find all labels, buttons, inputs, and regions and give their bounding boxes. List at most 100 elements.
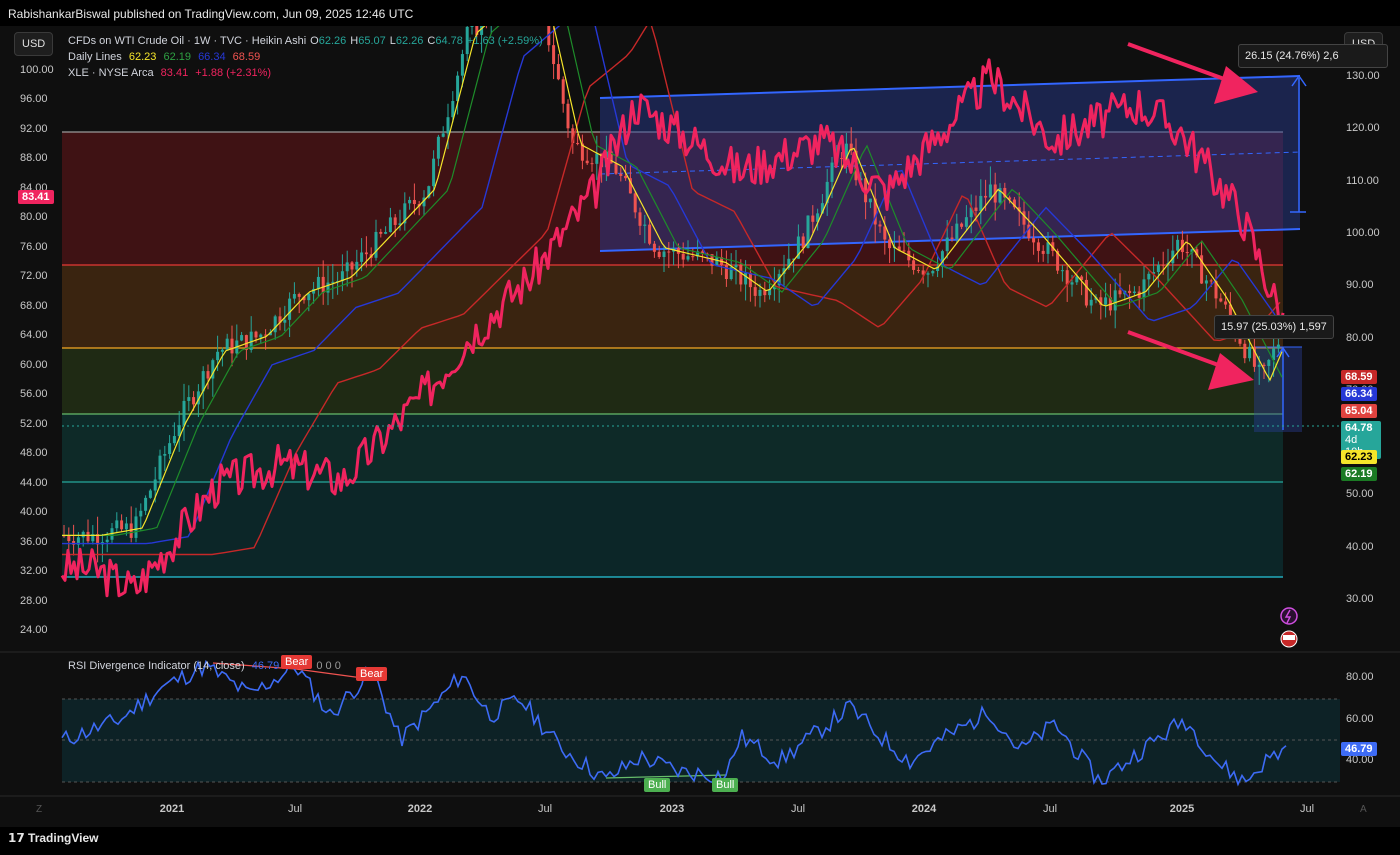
rsi-axis-tick: 60.00 [1346, 712, 1374, 725]
legend-rsi-zeros: 0 0 0 [316, 660, 341, 672]
candle-body [902, 250, 906, 252]
candle-body [259, 334, 263, 338]
candle-body [168, 443, 172, 454]
candle-body [1036, 242, 1040, 251]
candle-body [393, 217, 397, 225]
publisher-caption: RabishankarBiswal published on TradingVi… [8, 7, 414, 21]
legend-symbol-title: CFDs on WTI Crude Oil · 1W · TVC · Heiki… [68, 35, 307, 47]
legend-rsi-value: 46.79 [251, 660, 280, 672]
candle-body [364, 252, 368, 255]
candle-body [470, 26, 474, 27]
fib-band-3 [62, 348, 1283, 414]
candle-body [667, 251, 671, 253]
measure-label-2[interactable]: 15.97 (25.03%) 1,597 [1214, 315, 1334, 339]
candle-body [134, 516, 138, 538]
legend-daily-lines[interactable]: Daily Lines 62.23 62.19 66.34 68.59 [68, 51, 264, 63]
candle-body [412, 199, 416, 205]
left-axis-tick: 100.00 [20, 63, 54, 76]
candle-body [734, 264, 738, 268]
candle-body [643, 224, 647, 226]
bear-label-1: Bear [281, 655, 313, 669]
candle-body [633, 193, 637, 213]
candle-body [220, 349, 224, 352]
candle-body [811, 215, 815, 222]
candle-body [67, 535, 71, 542]
candle-body [307, 293, 311, 301]
candle-body [1176, 239, 1180, 251]
right-axis-tick: 120.00 [1346, 122, 1380, 135]
candle-body [1142, 279, 1146, 298]
left-axis-tick: 48.00 [20, 447, 48, 460]
candle-body [691, 256, 695, 258]
x-axis-tick: Jul [288, 803, 302, 815]
candle-body [350, 262, 354, 270]
candle-body [379, 231, 383, 234]
right-axis-tick: 40.00 [1346, 540, 1374, 553]
right-axis-tick: 80.00 [1346, 331, 1374, 344]
legend-daily-title: Daily Lines [68, 51, 122, 63]
candle-body [1046, 242, 1050, 254]
candle-body [206, 371, 210, 379]
candle-body [614, 163, 618, 174]
x-axis-z-icon: Z [36, 804, 42, 815]
candle-body [1161, 264, 1165, 266]
candle-body [153, 479, 157, 491]
legend-o-label: O [310, 35, 319, 47]
candle-body [556, 64, 560, 80]
candle-body [662, 251, 666, 257]
candle-body [1257, 364, 1261, 367]
legend-open: 62.26 [318, 35, 347, 47]
candle-body [1276, 344, 1280, 349]
candle-body [1219, 298, 1223, 302]
candle-body [158, 455, 162, 480]
left-axis-tick: 60.00 [20, 358, 48, 371]
candle-body [552, 45, 556, 65]
measure-label-1[interactable]: 26.15 (24.76%) 2,6 [1238, 44, 1388, 68]
left-axis-tick: 80.00 [20, 211, 48, 224]
candle-body [432, 158, 436, 187]
legend-xle[interactable]: XLE · NYSE Arca 83.41 +1.88 (+2.31%) [68, 67, 275, 79]
candle-body [984, 195, 988, 198]
ma-orange-tag: 65.04 [1341, 404, 1377, 418]
candle-body [652, 243, 656, 252]
x-axis-ticks: 2021 Jul 2022 Jul 2023 Jul 2024 Jul 2025 Jul [160, 803, 1314, 815]
legend-symbol[interactable]: CFDs on WTI Crude Oil · 1W · TVC · Heiki… [68, 35, 547, 47]
us-flag-icon-stripe [1283, 635, 1295, 640]
candle-body [124, 523, 128, 530]
candle-body [657, 251, 661, 257]
candle-body [172, 436, 176, 444]
ma-red-tag: 68.59 [1341, 370, 1377, 384]
x-axis-tick: Jul [791, 803, 805, 815]
candle-body [230, 338, 234, 354]
left-currency-button[interactable]: USD [14, 32, 54, 56]
legend-xle-value: 83.41 [160, 67, 189, 79]
candle-body [960, 223, 964, 227]
legend-daily-v4: 68.59 [232, 51, 261, 63]
left-axis-tick: 88.00 [20, 152, 48, 165]
tradingview-logo[interactable]: 𝟭𝟳 TradingView [8, 831, 99, 845]
candle-body [744, 272, 748, 285]
candle-body [988, 184, 992, 198]
legend-xle-title: XLE · NYSE Arca [68, 67, 154, 79]
candle-body [81, 531, 85, 538]
x-axis-tick: Jul [538, 803, 552, 815]
left-axis-tick: 44.00 [20, 476, 48, 489]
right-axis-tick: 50.00 [1346, 488, 1374, 501]
left-axis-tick: 96.00 [20, 93, 48, 106]
candle-body [912, 260, 916, 270]
candle-body [686, 256, 690, 260]
ma-green-tag: 62.19 [1341, 467, 1377, 481]
candle-body [1089, 299, 1093, 306]
candle-body [619, 173, 623, 176]
candle-body [753, 287, 757, 296]
candle-body [681, 253, 685, 260]
candle-body [1243, 343, 1247, 359]
candle-body [288, 298, 292, 320]
candle-body [1032, 238, 1036, 243]
candle-body [187, 397, 191, 401]
candle-body [1060, 270, 1064, 272]
candle-body [1204, 280, 1208, 284]
chart-canvas[interactable]: Z A 2021 Jul 2022 Jul 2023 Jul 2024 Jul 2025 Jul [0, 26, 1400, 827]
right-axis-tick: 130.00 [1346, 70, 1380, 83]
candle-body [182, 400, 186, 426]
